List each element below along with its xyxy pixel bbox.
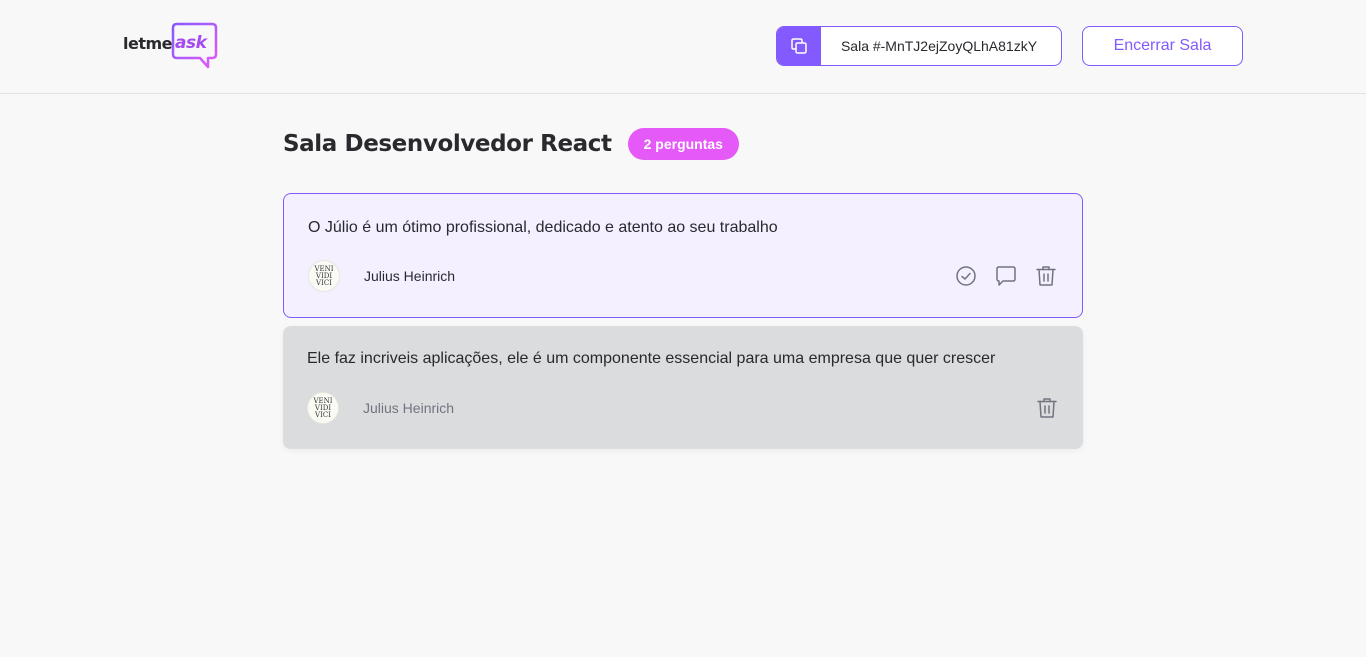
question-content: O Júlio é um ótimo profissional, dedicad… — [308, 219, 778, 236]
avatar-text-line: VICI — [316, 278, 332, 287]
answer-icon[interactable] — [994, 264, 1018, 288]
question-actions — [1035, 396, 1059, 420]
copy-icon[interactable] — [777, 27, 821, 65]
author-name: Julius Heinrich — [363, 400, 455, 416]
letmeask-logo[interactable]: letme ask — [122, 22, 222, 70]
room-code-button[interactable]: Sala #-MnTJ2ejZoyQLhA81zkY — [776, 26, 1062, 66]
question-count-badge: 2 perguntas — [627, 128, 739, 160]
page-header: letme ask Sala #-MnTJ2ejZoyQLhA81zkY Enc… — [0, 0, 1366, 94]
trash-icon[interactable] — [1034, 264, 1058, 288]
avatar: VENI VIDI VICI — [307, 392, 339, 424]
question-card: O Júlio é um ótimo profissional, dedicad… — [283, 193, 1083, 318]
logo-text-ask: ask — [175, 33, 207, 53]
avatar-text-line: VICI — [315, 410, 331, 419]
logo-text-letme: letme — [123, 34, 173, 53]
question-card-answered: Ele faz incriveis aplicações, ele é um c… — [283, 326, 1083, 449]
question-content: Ele faz incriveis aplicações, ele é um c… — [307, 350, 996, 367]
page-title: Sala Desenvolvedor React — [283, 131, 612, 157]
check-circle-icon[interactable] — [954, 264, 978, 288]
question-author: VENI VIDI VICI Julius Heinrich — [308, 260, 455, 292]
question-author: VENI VIDI VICI Julius Heinrich — [307, 392, 454, 424]
question-actions — [954, 264, 1058, 288]
room-title-row: Sala Desenvolvedor React 2 perguntas — [283, 127, 739, 161]
avatar: VENI VIDI VICI — [308, 260, 340, 292]
close-room-button[interactable]: Encerrar Sala — [1082, 26, 1243, 66]
author-name: Julius Heinrich — [364, 268, 456, 284]
question-footer: VENI VIDI VICI Julius Heinrich — [308, 260, 1058, 292]
trash-icon[interactable] — [1035, 396, 1059, 420]
room-code-text: Sala #-MnTJ2ejZoyQLhA81zkY — [840, 38, 1038, 54]
question-footer: VENI VIDI VICI Julius Heinrich — [307, 392, 1059, 424]
